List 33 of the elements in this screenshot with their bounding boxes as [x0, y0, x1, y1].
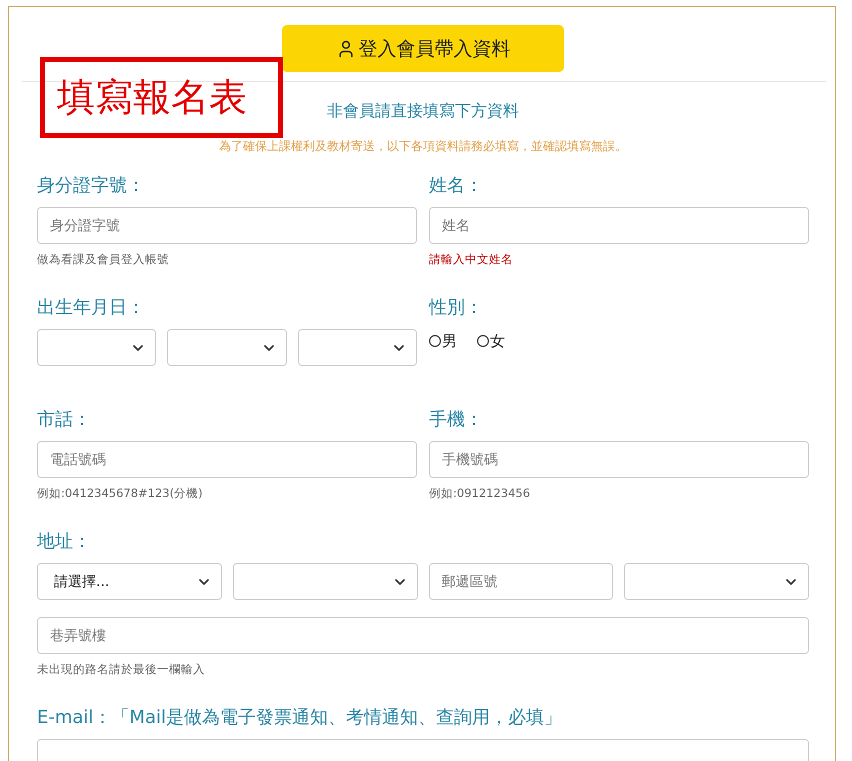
subtitle-text: 非會員請直接填寫下方資料: [327, 100, 519, 122]
dropdown-select[interactable]: [232, 563, 418, 600]
notice-text: 為了確保上課權利及教材寄送，以下各項資料請務必填寫，並確認填寫無誤。: [219, 138, 627, 154]
text-input[interactable]: 電話號碼: [37, 441, 417, 478]
help-text: 未出現的路名請於最後一欄輸入: [37, 662, 205, 676]
dropdown-select[interactable]: [167, 329, 287, 366]
field-label: 市話：: [37, 408, 91, 432]
field-label: 性別：: [429, 296, 483, 320]
field-label: 身分證字號：: [37, 174, 145, 198]
radio-icon[interactable]: [429, 335, 441, 347]
annotation-title: 填寫報名表: [40, 57, 283, 138]
text-input[interactable]: 郵遞區號: [428, 563, 614, 600]
dropdown-select[interactable]: [624, 563, 809, 600]
field-label: 地址：: [37, 530, 91, 554]
text-input[interactable]: 巷弄號樓: [37, 617, 809, 654]
dropdown-select[interactable]: [37, 329, 156, 366]
radio-icon[interactable]: [477, 335, 489, 347]
dropdown-select[interactable]: 請選擇...: [37, 563, 222, 600]
help-text: 例如:0412345678#123(分機): [37, 486, 203, 500]
text-input[interactable]: 手機號碼: [429, 441, 809, 478]
dropdown-select[interactable]: [298, 329, 417, 366]
radio-option[interactable]: 女: [477, 330, 505, 352]
text-input[interactable]: 姓名: [429, 207, 809, 244]
help-text: 做為看課及會員登入帳號: [37, 252, 169, 266]
field-label: 手機：: [429, 408, 483, 432]
field-label: 出生年月日：: [37, 296, 145, 320]
radio-option[interactable]: 男: [429, 330, 457, 352]
text-input[interactable]: 身分證字號: [37, 207, 417, 244]
member-login-button[interactable]: 登入會員帶入資料: [282, 25, 564, 72]
field-label: 姓名：: [429, 174, 483, 198]
field-label: E-mail：「Mail是做為電子發票通知、考情通知、查詢用，必填」: [37, 706, 562, 730]
help-text: 例如:0912123456: [429, 486, 530, 500]
error-hint: 請輸入中文姓名: [429, 252, 513, 266]
